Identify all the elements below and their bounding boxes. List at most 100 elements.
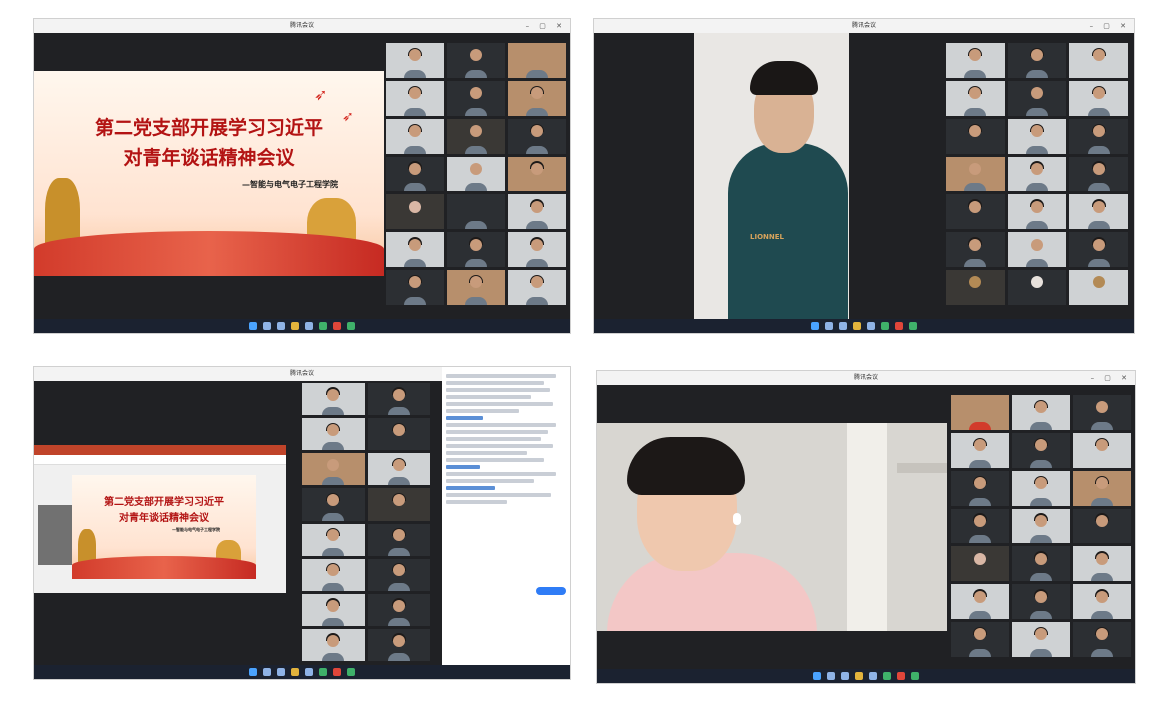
participant-tile[interactable] [508,270,566,305]
app-icon[interactable] [895,322,903,330]
participant-gallery[interactable] [946,43,1128,305]
participant-tile[interactable] [508,232,566,268]
participant-tile[interactable] [1012,508,1070,544]
participant-tile[interactable] [1073,622,1131,657]
participant-tile[interactable] [1069,232,1128,268]
participant-tile[interactable] [1069,43,1128,78]
participant-tile[interactable] [1069,80,1128,116]
participant-tile[interactable] [946,118,1005,154]
participant-tile[interactable] [1073,584,1131,620]
participant-tile[interactable] [367,488,430,521]
powerpoint-window[interactable]: 第二党支部开展学习习近平 对青年谈话精神会议 —智能与电气电子工程学院 [34,445,286,593]
participant-tile[interactable] [367,383,430,416]
participant-tile[interactable] [386,43,444,78]
xbox-icon[interactable] [883,672,891,680]
search-icon[interactable] [825,322,833,330]
task-view-icon[interactable] [277,322,285,330]
participant-tile[interactable] [302,488,365,521]
participant-tile[interactable] [447,270,505,305]
participant-tile[interactable] [1012,395,1070,430]
app-icon[interactable] [333,322,341,330]
wechat-icon[interactable] [347,322,355,330]
participant-tile[interactable] [386,118,444,154]
wechat-icon[interactable] [347,668,355,676]
participant-gallery[interactable] [951,395,1131,657]
participant-gallery[interactable] [386,43,566,305]
participant-tile[interactable] [447,80,505,116]
participant-tile[interactable] [447,194,505,230]
participant-tile[interactable] [1012,470,1070,506]
participant-tile[interactable] [951,584,1009,620]
participant-tile[interactable] [386,80,444,116]
participant-tile[interactable] [951,432,1009,468]
file-explorer-icon[interactable] [855,672,863,680]
participant-tile[interactable] [1012,622,1070,657]
app-icon[interactable] [897,672,905,680]
speaker-video[interactable] [597,423,947,631]
task-view-icon[interactable] [277,668,285,676]
participant-tile[interactable] [1007,232,1067,268]
participant-tile[interactable] [386,156,444,192]
participant-tile[interactable] [302,453,365,486]
participant-tile[interactable] [302,593,365,626]
participant-tile[interactable] [951,622,1009,657]
participant-tile[interactable] [1012,432,1070,468]
windows-start-icon[interactable] [249,322,257,330]
window-controls[interactable]: – ▢ ✕ [1091,371,1131,385]
file-explorer-icon[interactable] [291,322,299,330]
wechat-icon[interactable] [909,322,917,330]
participant-tile[interactable] [447,156,505,192]
participant-tile[interactable] [508,80,566,116]
participant-tile[interactable] [508,156,566,192]
app-icon[interactable] [333,668,341,676]
participant-tile[interactable] [447,118,505,154]
file-explorer-icon[interactable] [291,668,299,676]
participant-tile[interactable] [367,523,430,556]
participant-tile[interactable] [946,270,1005,305]
participant-tile[interactable] [508,118,566,154]
participant-tile[interactable] [386,270,444,305]
participant-tile[interactable] [1069,194,1128,230]
participant-tile[interactable] [508,194,566,230]
participant-tile[interactable] [1007,43,1067,78]
participant-tile[interactable] [946,156,1005,192]
search-icon[interactable] [827,672,835,680]
participant-tile[interactable] [946,80,1005,116]
participant-tile[interactable] [946,43,1005,78]
participant-tile[interactable] [1012,584,1070,620]
participant-tile[interactable] [302,558,365,591]
search-icon[interactable] [263,668,271,676]
participant-tile[interactable] [302,418,365,451]
window-controls[interactable]: – ▢ ✕ [526,19,566,33]
participant-tile[interactable] [302,383,365,416]
participant-tile[interactable] [946,194,1005,230]
participant-tile[interactable] [1007,270,1067,305]
windows-start-icon[interactable] [813,672,821,680]
participant-tile[interactable] [1007,80,1067,116]
xbox-icon[interactable] [319,668,327,676]
participant-tile[interactable] [508,43,566,78]
participant-gallery[interactable] [302,383,430,661]
participant-tile[interactable] [1069,118,1128,154]
participant-tile[interactable] [1012,546,1070,582]
windows-start-icon[interactable] [249,668,257,676]
participant-tile[interactable] [447,43,505,78]
task-view-icon[interactable] [841,672,849,680]
windows-start-icon[interactable] [811,322,819,330]
participant-tile[interactable] [302,523,365,556]
edge-icon[interactable] [305,668,313,676]
chat-panel[interactable] [442,367,570,667]
task-view-icon[interactable] [839,322,847,330]
participant-tile[interactable] [1073,470,1131,506]
participant-tile[interactable] [367,558,430,591]
participant-tile[interactable] [951,508,1009,544]
wechat-icon[interactable] [911,672,919,680]
participant-tile[interactable] [1069,156,1128,192]
participant-tile[interactable] [1007,118,1067,154]
participant-tile[interactable] [1007,194,1067,230]
participant-tile[interactable] [1073,508,1131,544]
file-explorer-icon[interactable] [853,322,861,330]
participant-tile[interactable] [367,453,430,486]
participant-tile[interactable] [367,418,430,451]
participant-tile[interactable] [386,232,444,268]
